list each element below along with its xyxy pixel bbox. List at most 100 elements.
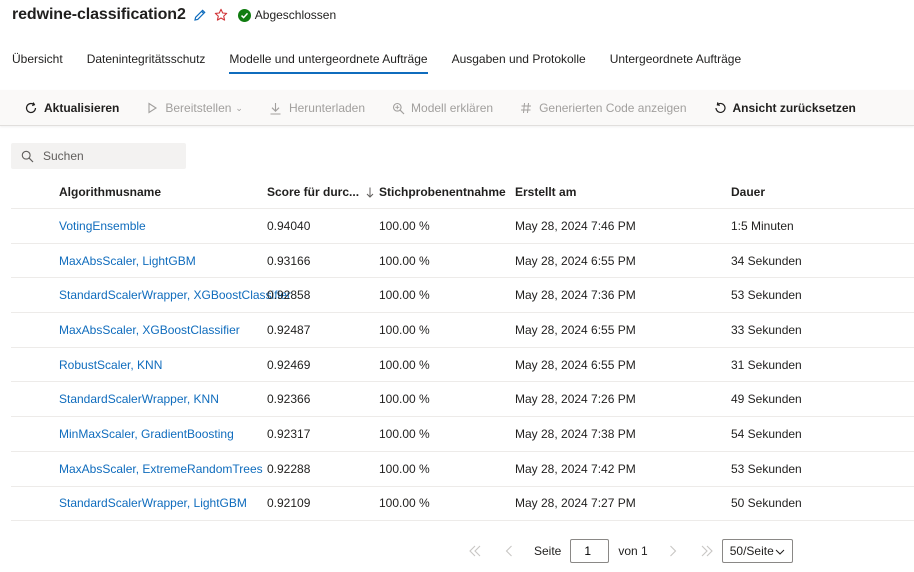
- tab-overview[interactable]: Übersicht: [0, 44, 75, 74]
- tab-data-guardrails[interactable]: Datenintegritätsschutz: [75, 44, 218, 74]
- last-page-icon[interactable]: [698, 542, 716, 560]
- created-cell: May 28, 2024 7:42 PM: [515, 461, 636, 476]
- created-cell: May 28, 2024 7:46 PM: [515, 218, 636, 233]
- previous-page-icon[interactable]: [500, 542, 518, 560]
- chevron-down-icon: ⌄: [235, 102, 243, 113]
- play-icon: [145, 101, 159, 115]
- algorithm-link[interactable]: StandardScalerWrapper, KNN: [11, 392, 267, 406]
- command-bar: Aktualisieren Bereitstellen ⌄ Herunterla…: [0, 90, 914, 126]
- score-cell: 0.93166: [267, 253, 311, 268]
- table-row[interactable]: VotingEnsemble 0.94040 100.00 % May 28, …: [11, 209, 914, 244]
- check-circle-icon: [237, 8, 251, 22]
- search-input[interactable]: [43, 149, 173, 163]
- sampling-cell: 100.00 %: [379, 426, 430, 441]
- sampling-cell: 100.00 %: [379, 357, 430, 372]
- sampling-cell: 100.00 %: [379, 392, 430, 407]
- download-label: Herunterladen: [288, 101, 366, 115]
- tab-bar: Übersicht Datenintegritätsschutz Modelle…: [0, 44, 753, 76]
- created-cell: May 28, 2024 7:36 PM: [515, 288, 636, 303]
- reset-view-button[interactable]: Ansicht zurücksetzen: [713, 90, 856, 126]
- reset-view-label: Ansicht zurücksetzen: [732, 101, 856, 115]
- column-header-created[interactable]: Erstellt am: [515, 185, 731, 199]
- page-header: redwine-classification2 Abgeschlossen: [12, 4, 336, 26]
- download-icon: [269, 101, 283, 115]
- score-cell: 0.92109: [267, 496, 311, 511]
- sampling-cell: 100.00 %: [379, 288, 430, 303]
- duration-cell: 54 Sekunden: [731, 426, 802, 441]
- status-badge: Abgeschlossen: [237, 8, 336, 22]
- column-header-algorithm[interactable]: Algorithmusname: [11, 185, 267, 199]
- edit-pencil-icon[interactable]: [193, 8, 207, 22]
- column-header-score[interactable]: Score für durc...: [267, 185, 379, 199]
- created-cell: May 28, 2024 6:55 PM: [515, 322, 636, 337]
- page-label: Seite: [534, 544, 562, 558]
- table-row[interactable]: RobustScaler, KNN 0.92469 100.00 % May 2…: [11, 348, 914, 383]
- refresh-icon: [24, 101, 38, 115]
- column-header-score-label: Score für durc...: [267, 185, 360, 199]
- table-row[interactable]: MinMaxScaler, GradientBoosting 0.92317 1…: [11, 417, 914, 452]
- page-title: redwine-classification2: [12, 6, 186, 23]
- explain-model-button[interactable]: Modell erklären: [391, 90, 493, 126]
- table-row[interactable]: MaxAbsScaler, XGBoostClassifier 0.92487 …: [11, 313, 914, 348]
- sampling-cell: 100.00 %: [379, 253, 430, 268]
- score-cell: 0.92469: [267, 357, 311, 372]
- algorithm-link[interactable]: MaxAbsScaler, ExtremeRandomTrees: [11, 462, 267, 476]
- score-cell: 0.92487: [267, 322, 311, 337]
- created-cell: May 28, 2024 6:55 PM: [515, 357, 636, 372]
- score-cell: 0.94040: [267, 218, 311, 233]
- refresh-button[interactable]: Aktualisieren: [24, 90, 119, 126]
- score-cell: 0.92366: [267, 392, 311, 407]
- created-cell: May 28, 2024 7:26 PM: [515, 392, 636, 407]
- favorite-star-icon[interactable]: [214, 8, 228, 22]
- algorithm-link[interactable]: MaxAbsScaler, XGBoostClassifier: [11, 323, 267, 337]
- refresh-label: Aktualisieren: [44, 101, 120, 115]
- search-sparkle-icon: [391, 101, 405, 115]
- created-cell: May 28, 2024 7:38 PM: [515, 426, 636, 441]
- hash-icon: [519, 101, 533, 115]
- deploy-button[interactable]: Bereitstellen ⌄: [145, 90, 243, 126]
- sampling-cell: 100.00 %: [379, 218, 430, 233]
- view-generated-code-button[interactable]: Generierten Code anzeigen: [519, 90, 687, 126]
- table-row[interactable]: MaxAbsScaler, LightGBM 0.93166 100.00 % …: [11, 244, 914, 279]
- page-size-value: 50/Seite: [729, 544, 774, 558]
- duration-cell: 33 Sekunden: [731, 322, 802, 337]
- column-header-duration[interactable]: Dauer: [731, 185, 914, 199]
- chevron-down-icon: [775, 544, 785, 558]
- tab-outputs-logs[interactable]: Ausgaben und Protokolle: [440, 44, 598, 74]
- algorithm-link[interactable]: RobustScaler, KNN: [11, 358, 267, 372]
- algorithm-link[interactable]: StandardScalerWrapper, LightGBM: [11, 496, 267, 510]
- algorithm-link[interactable]: VotingEnsemble: [11, 219, 267, 233]
- score-cell: 0.92858: [267, 288, 311, 303]
- download-button[interactable]: Herunterladen: [269, 90, 365, 126]
- tab-child-jobs[interactable]: Untergeordnete Aufträge: [598, 44, 753, 74]
- table-row[interactable]: StandardScalerWrapper, XGBoostClassifier…: [11, 278, 914, 314]
- table-row[interactable]: StandardScalerWrapper, KNN 0.92366 100.0…: [11, 382, 914, 418]
- table-header-row: Algorithmusname Score für durc... Stichp…: [11, 176, 914, 209]
- table-row[interactable]: StandardScalerWrapper, LightGBM 0.92109 …: [11, 487, 914, 522]
- duration-cell: 53 Sekunden: [731, 288, 802, 303]
- page-of-label: von 1: [618, 544, 648, 558]
- created-cell: May 28, 2024 6:55 PM: [515, 253, 636, 268]
- explain-model-label: Modell erklären: [411, 101, 494, 115]
- algorithm-link[interactable]: StandardScalerWrapper, XGBoostClassifier: [11, 288, 291, 302]
- table-row[interactable]: MaxAbsScaler, ExtremeRandomTrees 0.92288…: [11, 452, 914, 487]
- duration-cell: 53 Sekunden: [731, 461, 802, 476]
- view-generated-code-label: Generierten Code anzeigen: [539, 101, 687, 115]
- duration-cell: 31 Sekunden: [731, 357, 802, 372]
- page-number-input[interactable]: [570, 539, 610, 563]
- duration-cell: 1:5 Minuten: [731, 218, 794, 233]
- tab-models-child-jobs[interactable]: Modelle und untergeordnete Aufträge: [217, 44, 439, 74]
- column-header-sampling[interactable]: Stichprobenentnahme: [379, 185, 515, 199]
- search-box: [11, 143, 186, 169]
- algorithm-link[interactable]: MaxAbsScaler, LightGBM: [11, 254, 267, 268]
- first-page-icon[interactable]: [466, 542, 484, 560]
- deploy-label: Bereitstellen: [165, 101, 232, 115]
- duration-cell: 49 Sekunden: [731, 392, 802, 407]
- algorithm-link[interactable]: MinMaxScaler, GradientBoosting: [11, 427, 267, 441]
- search-icon: [21, 150, 34, 163]
- page-size-dropdown[interactable]: 50/Seite: [721, 539, 793, 563]
- next-page-icon[interactable]: [664, 542, 682, 560]
- duration-cell: 34 Sekunden: [731, 253, 802, 268]
- sampling-cell: 100.00 %: [379, 322, 430, 337]
- sampling-cell: 100.00 %: [379, 461, 430, 476]
